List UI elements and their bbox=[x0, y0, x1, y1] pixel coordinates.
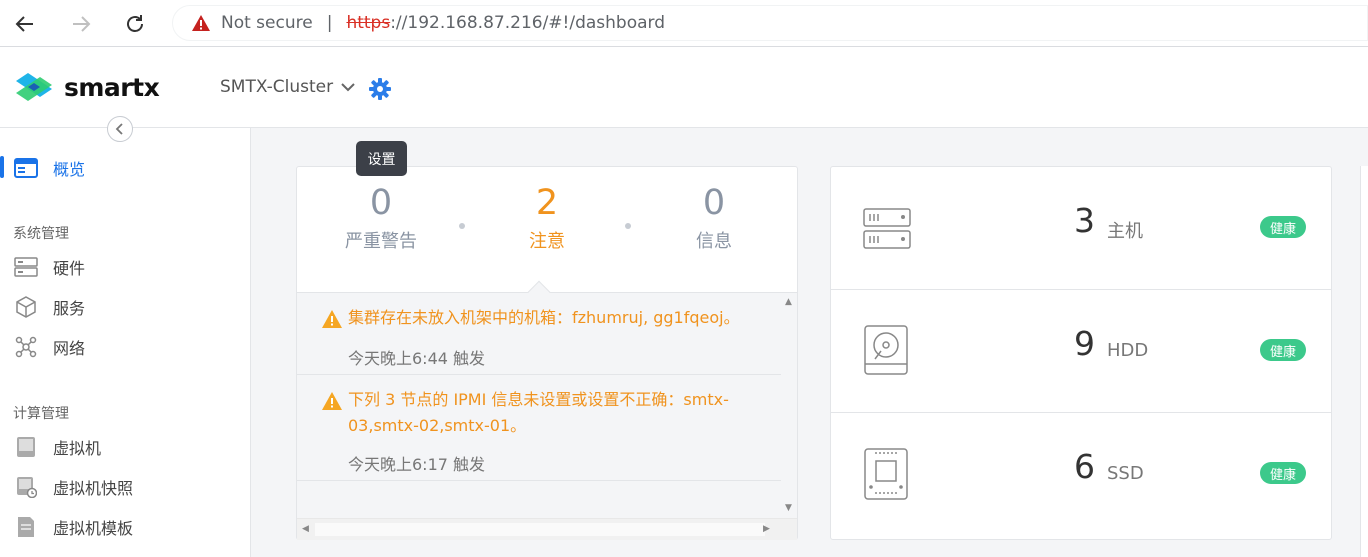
sidebar-item-label: 网络 bbox=[53, 339, 86, 358]
notice-count-value: 2 bbox=[535, 183, 559, 223]
hdd-count: 9 bbox=[1074, 324, 1095, 363]
warning-icon bbox=[321, 309, 343, 333]
vm-icon bbox=[14, 436, 38, 458]
resource-row-hdd[interactable]: 9 HDD 健康 bbox=[831, 290, 1331, 413]
hosts-count: 3 bbox=[1074, 201, 1095, 240]
sidebar-item-vm-snapshot[interactable]: 虚拟机快照 bbox=[0, 471, 250, 503]
status-badge: 健康 bbox=[1260, 339, 1306, 361]
resource-row-hosts[interactable]: 3 主机 健康 bbox=[831, 167, 1331, 290]
alerts-panel: 0 严重警告 2 注意 0 信息 集群存在未放入机架中的机箱：fzhumruj,… bbox=[296, 166, 798, 540]
hosts-label: 主机 bbox=[1107, 221, 1143, 242]
alert-message: 下列 3 节点的 IPMI 信息未设置或设置不正确：smtx-03,smtx-0… bbox=[348, 390, 729, 435]
status-badge: 健康 bbox=[1260, 216, 1306, 238]
server-icon bbox=[863, 207, 913, 255]
forward-button[interactable] bbox=[65, 8, 97, 40]
ssd-count: 6 bbox=[1074, 447, 1095, 486]
chevron-down-icon bbox=[341, 77, 355, 97]
scroll-right-icon[interactable]: ▶ bbox=[763, 524, 770, 534]
hdd-icon bbox=[863, 324, 909, 380]
app-header: smartx SMTX-Cluster bbox=[0, 47, 1368, 128]
alert-list[interactable]: 集群存在未放入机架中的机箱：fzhumruj, gg1fqeoj。 今天晚上6:… bbox=[297, 292, 797, 540]
vertical-scrollbar[interactable]: ▲ ▼ bbox=[781, 293, 797, 518]
critical-count-value: 0 bbox=[369, 183, 393, 223]
settings-tooltip: 设置 bbox=[356, 141, 407, 176]
arrow-right-icon bbox=[73, 16, 91, 32]
security-label[interactable]: Not secure bbox=[221, 13, 313, 33]
scroll-down-icon[interactable]: ▼ bbox=[785, 503, 792, 513]
smartx-logo-icon bbox=[16, 73, 52, 101]
warning-triangle-icon[interactable] bbox=[191, 14, 211, 32]
cluster-selector[interactable]: SMTX-Cluster bbox=[220, 77, 355, 97]
network-icon bbox=[14, 336, 38, 358]
chevron-left-icon bbox=[115, 123, 123, 135]
ssd-label: SSD bbox=[1107, 463, 1144, 484]
separator-dot bbox=[625, 223, 631, 229]
sidebar-item-label: 虚拟机模板 bbox=[53, 519, 134, 538]
sidebar-item-vm-template[interactable]: 虚拟机模板 bbox=[0, 511, 250, 543]
section-title-compute: 计算管理 bbox=[13, 406, 69, 422]
info-count[interactable]: 0 信息 bbox=[654, 181, 774, 253]
sidebar-item-label: 虚拟机快照 bbox=[53, 479, 134, 498]
separator-dot bbox=[459, 223, 465, 229]
resource-row-ssd[interactable]: 6 SSD 健康 bbox=[831, 413, 1331, 536]
sidebar-item-services[interactable]: 服务 bbox=[0, 291, 250, 323]
sidebar-item-hardware[interactable]: 硬件 bbox=[0, 251, 250, 283]
horizontal-scrollbar[interactable]: ◀ ▶ bbox=[297, 518, 797, 540]
scroll-up-icon[interactable]: ▲ bbox=[785, 297, 792, 307]
sidebar-item-label: 虚拟机 bbox=[53, 439, 102, 458]
status-badge: 健康 bbox=[1260, 462, 1306, 484]
address-separator: | bbox=[326, 13, 333, 33]
arrow-left-icon bbox=[15, 16, 33, 32]
url-scheme: https bbox=[346, 13, 391, 33]
scroll-left-icon[interactable]: ◀ bbox=[302, 524, 309, 534]
notice-count-label: 注意 bbox=[529, 231, 565, 252]
sidebar-item-overview[interactable]: 概览 bbox=[0, 152, 250, 184]
critical-count-label: 严重警告 bbox=[345, 231, 417, 252]
ssd-icon bbox=[863, 447, 909, 505]
horizontal-scroll-thumb[interactable] bbox=[315, 523, 765, 536]
notice-count[interactable]: 2 注意 bbox=[487, 181, 607, 253]
dashboard-icon bbox=[14, 157, 38, 179]
sidebar-item-label: 服务 bbox=[53, 299, 86, 318]
next-panel-edge bbox=[1360, 166, 1368, 557]
warning-icon bbox=[321, 391, 343, 415]
logo-text: smartx bbox=[64, 72, 160, 102]
sidebar-collapse-button[interactable] bbox=[107, 116, 133, 142]
sidebar-item-label: 硬件 bbox=[53, 259, 86, 278]
sidebar-item-label: 概览 bbox=[53, 160, 86, 179]
critical-count[interactable]: 0 严重警告 bbox=[321, 181, 441, 253]
reload-icon bbox=[127, 15, 143, 32]
browser-toolbar: Not secure | https ://192.168.87.216/#!/… bbox=[0, 0, 1368, 47]
hdd-label: HDD bbox=[1107, 340, 1149, 361]
vm-snapshot-icon bbox=[14, 476, 38, 498]
sidebar-item-vm[interactable]: 虚拟机 bbox=[0, 431, 250, 463]
address-bar[interactable]: Not secure | https ://192.168.87.216/#!/… bbox=[172, 5, 1368, 41]
alert-message: 集群存在未放入机架中的机箱：fzhumruj, gg1fqeoj。 bbox=[348, 308, 740, 327]
cluster-name: SMTX-Cluster bbox=[220, 77, 334, 97]
alert-item[interactable]: 集群存在未放入机架中的机箱：fzhumruj, gg1fqeoj。 今天晚上6:… bbox=[297, 293, 781, 375]
reload-button[interactable] bbox=[119, 8, 151, 40]
section-title-system: 系统管理 bbox=[13, 226, 69, 242]
info-count-value: 0 bbox=[702, 183, 726, 223]
sidebar-item-network[interactable]: 网络 bbox=[0, 331, 250, 363]
vm-template-icon bbox=[14, 516, 38, 538]
sidebar: 概览 系统管理 硬件 服务 网络 计算管理 虚拟机 虚拟机快照 虚拟机模板 bbox=[0, 128, 251, 557]
url-path: ://192.168.87.216/#!/dashboard bbox=[390, 13, 666, 33]
info-count-label: 信息 bbox=[696, 231, 732, 252]
smartx-logo[interactable]: smartx bbox=[14, 71, 160, 103]
alert-counts: 0 严重警告 2 注意 0 信息 bbox=[297, 167, 797, 292]
gear-icon bbox=[369, 78, 391, 100]
alert-time: 今天晚上6:17 触发 bbox=[348, 455, 486, 474]
hardware-icon bbox=[14, 256, 38, 278]
settings-button[interactable] bbox=[368, 77, 392, 105]
cube-icon bbox=[14, 296, 38, 318]
alert-time: 今天晚上6:44 触发 bbox=[348, 349, 486, 368]
resources-panel: 3 主机 健康 9 HDD 健康 6 SSD 健康 bbox=[830, 166, 1332, 540]
back-button[interactable] bbox=[9, 8, 41, 40]
alert-item[interactable]: 下列 3 节点的 IPMI 信息未设置或设置不正确：smtx-03,smtx-0… bbox=[297, 375, 781, 481]
